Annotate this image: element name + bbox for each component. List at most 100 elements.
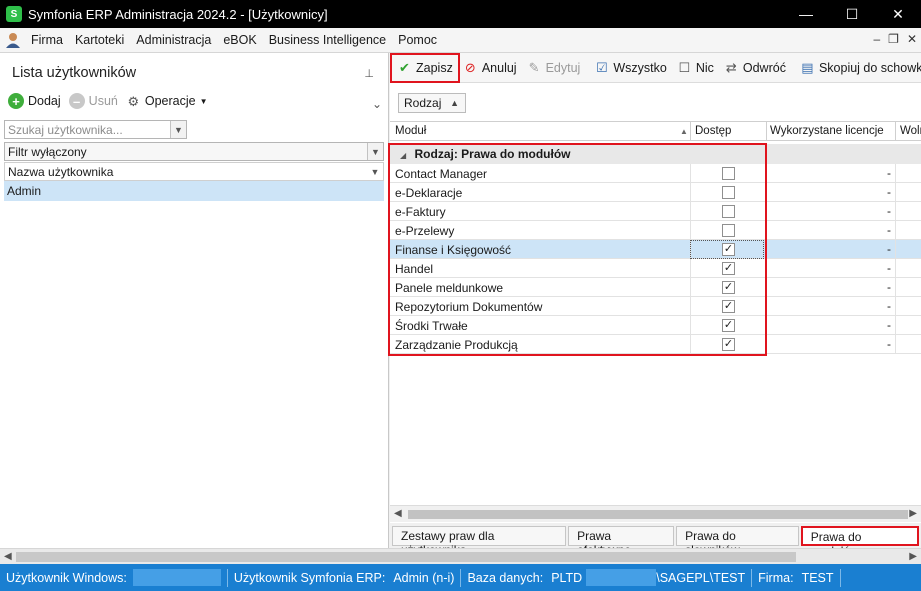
access-checkbox[interactable]: [722, 186, 735, 199]
maximize-button[interactable]: ☐: [829, 0, 875, 28]
module-name: Zarządzanie Produkcją: [395, 338, 518, 352]
module-row[interactable]: Panele meldunkowe ✓ -: [390, 278, 921, 297]
scroll-right-icon[interactable]: ▶: [909, 551, 917, 562]
tab-effective-permissions[interactable]: Prawa efektywne: [568, 525, 675, 557]
search-dropdown-button[interactable]: ▼: [170, 121, 186, 138]
used-licenses-value: -: [887, 318, 891, 332]
module-row[interactable]: Repozytorium Dokumentów ✓ -: [390, 297, 921, 316]
close-button[interactable]: ✕: [875, 0, 921, 28]
module-row[interactable]: e-Przelewy -: [390, 221, 921, 240]
column-header-module[interactable]: Moduł: [395, 125, 426, 137]
edit-button[interactable]: ✎ Edytuj: [522, 55, 586, 81]
scrollbar-thumb[interactable]: [16, 552, 796, 562]
checkbox-empty-icon: ☐: [678, 60, 691, 75]
app-logo-icon: S: [6, 6, 22, 22]
caret-down-icon: ▼: [199, 96, 208, 106]
bottom-scrollbar[interactable]: ◀ ▶: [0, 548, 921, 564]
access-checkbox[interactable]: ✓: [722, 262, 735, 275]
access-checkbox[interactable]: ✓: [722, 300, 735, 313]
access-checkbox[interactable]: [722, 167, 735, 180]
copy-to-clipboard-button[interactable]: ▤ Skopiuj do schowka: [795, 55, 921, 81]
used-licenses-value: -: [887, 185, 891, 199]
menu-pomoc[interactable]: Pomoc: [392, 33, 443, 47]
module-row[interactable]: Finanse i Księgowość ✓ -: [390, 240, 921, 259]
menu-ebok[interactable]: eBOK: [217, 33, 262, 47]
used-licenses-value: -: [887, 242, 891, 256]
select-none-button[interactable]: ☐ Nic: [672, 55, 719, 81]
scroll-right-icon[interactable]: ▶: [909, 508, 917, 519]
operations-menu-button[interactable]: ⚙ Operacje ▼: [126, 94, 208, 109]
add-user-button[interactable]: + Dodaj: [8, 93, 61, 109]
module-name: Panele meldunkowe: [395, 281, 504, 295]
module-row[interactable]: e-Deklaracje -: [390, 183, 921, 202]
column-header-username[interactable]: Nazwa użytkownika ▼: [4, 162, 384, 181]
used-licenses-value: -: [887, 261, 891, 275]
module-row[interactable]: Środki Trwałe ✓ -: [390, 316, 921, 335]
tab-module-permissions[interactable]: Prawa do modułów: [800, 525, 919, 558]
module-name: e-Przelewy: [395, 224, 455, 238]
access-checkbox[interactable]: ✓: [722, 319, 735, 332]
minimize-button[interactable]: —: [783, 0, 829, 28]
used-licenses-value: -: [887, 223, 891, 237]
status-windows-user: Użytkownik Windows:: [0, 564, 227, 591]
scroll-left-icon[interactable]: ◀: [394, 508, 402, 519]
column-header-used-licenses[interactable]: Wykorzystane licencje: [770, 125, 884, 137]
invert-selection-button[interactable]: ⇄ Odwróć: [719, 55, 791, 81]
tab-dictionary-permissions[interactable]: Prawa do słowników: [676, 525, 799, 557]
sort-ascending-icon: ▲: [450, 98, 459, 108]
module-name: Repozytorium Dokumentów: [395, 300, 543, 314]
module-row[interactable]: Contact Manager -: [390, 164, 921, 183]
redacted-value: [586, 569, 657, 586]
remove-user-button[interactable]: – Usuń: [68, 93, 118, 109]
module-row[interactable]: Zarządzanie Produkcją ✓ -: [390, 335, 921, 354]
column-header-free[interactable]: Woln: [900, 125, 921, 137]
filter-select[interactable]: Filtr wyłączony ▼: [4, 142, 384, 161]
user-list-panel: Lista użytkowników ⊥ + Dodaj – Usuń ⚙ Op…: [0, 53, 389, 548]
menu-administracja[interactable]: Administracja: [130, 33, 217, 47]
permissions-toolbar: ✔ Zapisz ⊘ Anuluj ✎ Edytuj ☑ Wszystko ☐ …: [390, 52, 921, 83]
menu-business-intelligence[interactable]: Business Intelligence: [263, 33, 392, 47]
group-by-button[interactable]: Rodzaj ▲: [398, 93, 466, 113]
cancel-icon: ⊘: [464, 60, 476, 75]
user-row[interactable]: Admin: [4, 181, 384, 201]
access-checkbox[interactable]: ✓: [722, 281, 735, 294]
cancel-button[interactable]: ⊘ Anuluj: [458, 55, 522, 81]
module-row[interactable]: Handel ✓ -: [390, 259, 921, 278]
pencil-icon: ✎: [528, 60, 540, 75]
access-checkbox[interactable]: [722, 205, 735, 218]
mdi-close-button[interactable]: ✕: [907, 32, 917, 46]
scroll-left-icon[interactable]: ◀: [4, 551, 12, 562]
column-header-access[interactable]: Dostęp: [695, 125, 731, 137]
gear-icon: ⚙: [127, 93, 140, 109]
status-database: Baza danych: PLTD \SAGEPL\TEST: [467, 569, 746, 586]
filter-dropdown-button[interactable]: ▼: [367, 143, 383, 160]
status-bar: Użytkownik Windows: Użytkownik Symfonia …: [0, 564, 921, 591]
mdi-restore-button[interactable]: ❐: [888, 32, 899, 46]
search-input[interactable]: Szukaj użytkownika... ▼: [4, 120, 187, 139]
used-licenses-value: -: [887, 299, 891, 313]
mdi-minimize-button[interactable]: –: [873, 32, 880, 46]
collapse-icon[interactable]: ◢: [400, 151, 406, 160]
access-checkbox[interactable]: ✓: [722, 338, 735, 351]
access-checkbox[interactable]: ✓: [722, 243, 735, 256]
scrollbar-thumb[interactable]: [408, 510, 908, 519]
module-row[interactable]: e-Faktury -: [390, 202, 921, 221]
module-name: Handel: [395, 262, 434, 276]
chevron-down-icon[interactable]: ⌄: [372, 97, 382, 111]
group-row[interactable]: ◢ Rodzaj: Prawa do modułów: [390, 144, 921, 164]
menu-bar: Firma Kartoteki Administracja eBOK Busin…: [0, 28, 921, 53]
horizontal-scrollbar[interactable]: ◀ ▶: [390, 505, 921, 522]
redacted-value: [132, 569, 221, 586]
column-filter-icon[interactable]: ▼: [367, 163, 383, 180]
module-name: Finanse i Księgowość: [395, 243, 512, 257]
save-button[interactable]: ✔ Zapisz: [390, 52, 460, 83]
access-checkbox[interactable]: [722, 224, 735, 237]
menu-firma[interactable]: Firma: [25, 33, 69, 47]
select-all-button[interactable]: ☑ Wszystko: [589, 55, 671, 81]
invert-icon: ⇄: [725, 60, 737, 75]
pin-icon[interactable]: ⊥: [364, 67, 374, 80]
used-licenses-value: -: [887, 280, 891, 294]
tab-user-permission-sets[interactable]: Zestawy praw dla użytkownika: [392, 525, 567, 557]
used-licenses-value: -: [887, 204, 891, 218]
menu-kartoteki[interactable]: Kartoteki: [69, 33, 130, 47]
